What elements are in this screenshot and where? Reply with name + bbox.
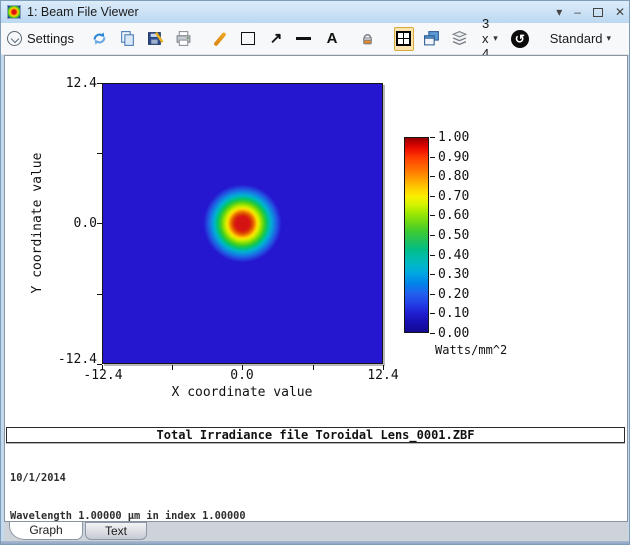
colorbar-label: 0.90 bbox=[438, 150, 470, 165]
tab-text[interactable]: Text bbox=[85, 522, 147, 540]
window-title: 1: Beam File Viewer bbox=[27, 5, 139, 19]
y-tick-mark bbox=[97, 223, 102, 224]
x-tick-label: -12.4 bbox=[83, 368, 123, 383]
lamp-button[interactable] bbox=[358, 27, 378, 51]
fit-window-icon bbox=[396, 31, 412, 46]
beam-viewer-app-icon bbox=[7, 5, 21, 19]
refresh-icon bbox=[94, 32, 106, 45]
print-button[interactable] bbox=[174, 27, 194, 51]
window-menu-icon[interactable]: ▾ bbox=[556, 1, 562, 23]
colorbar-tick bbox=[430, 137, 435, 138]
chart-title: Total Irradiance file Toroidal Lens_0001… bbox=[6, 427, 625, 443]
colorbar-tick bbox=[430, 196, 435, 197]
y-tick-mark bbox=[97, 153, 102, 154]
pencil-icon bbox=[213, 31, 227, 46]
colorbar-label: 0.10 bbox=[438, 306, 470, 321]
colorbar-label: 0.20 bbox=[438, 287, 470, 302]
x-tick-mark bbox=[172, 365, 173, 370]
x-tick-mark bbox=[313, 365, 314, 370]
colorbar-tick bbox=[430, 333, 435, 334]
add-text-button[interactable]: A bbox=[322, 27, 342, 51]
reset-icon: ↺ bbox=[510, 29, 529, 48]
lamp-icon bbox=[363, 34, 373, 45]
colorbar-tick bbox=[430, 255, 435, 256]
copy-icon bbox=[121, 31, 135, 46]
colorbar bbox=[404, 137, 429, 333]
draw-line-button[interactable] bbox=[294, 27, 314, 51]
colorbar-unit-label: Watts/mm^2 bbox=[435, 343, 508, 357]
y-tick-label: -12.4 bbox=[57, 352, 97, 367]
colorbar-label: 0.50 bbox=[438, 228, 470, 243]
colorbar-tick bbox=[430, 313, 435, 314]
info-line-date: 10/1/2014 bbox=[10, 472, 66, 484]
chevron-down-icon: ▾ bbox=[493, 33, 498, 43]
draw-line-annotation-button[interactable] bbox=[210, 27, 230, 51]
x-axis-title: X coordinate value bbox=[171, 385, 313, 400]
arrow-icon: ↗ bbox=[269, 30, 283, 47]
y-tick-mark bbox=[97, 83, 102, 84]
reset-zoom-button[interactable]: ↺ bbox=[510, 27, 530, 51]
colorbar-label: 0.40 bbox=[438, 248, 470, 263]
colorbar-tick bbox=[430, 274, 435, 275]
info-line-wavelength: Wavelength 1.00000 µm in index 1.00000 bbox=[10, 509, 246, 522]
colorbar-label: 0.00 bbox=[438, 326, 470, 341]
clone-window-button[interactable] bbox=[422, 27, 442, 51]
x-tick-label: 12.4 bbox=[367, 368, 399, 383]
colorbar-label: 0.60 bbox=[438, 208, 470, 223]
colorbar-label: 0.80 bbox=[438, 169, 470, 184]
beam-file-viewer-window: 1: Beam File Viewer ▾ – ✕ Settings ↗ A 3… bbox=[0, 0, 630, 545]
layers-icon bbox=[452, 31, 468, 46]
print-icon bbox=[177, 31, 191, 46]
maximize-icon[interactable] bbox=[592, 7, 603, 17]
title-bar: 1: Beam File Viewer ▾ – ✕ bbox=[1, 1, 629, 23]
fit-window-button[interactable] bbox=[393, 26, 414, 51]
tab-graph[interactable]: Graph bbox=[9, 522, 83, 540]
settings-chevron-icon bbox=[7, 31, 22, 46]
draw-arrow-button[interactable]: ↗ bbox=[266, 27, 286, 51]
y-tick-label: 0.0 bbox=[73, 216, 97, 231]
chevron-down-icon: ▾ bbox=[606, 33, 612, 43]
cascade-windows-icon bbox=[424, 31, 440, 46]
toolbar: Settings ↗ A 3 x 4 ▾ ↺ Standard ▾ bbox=[1, 16, 629, 61]
line-icon bbox=[296, 37, 312, 40]
colorbar-label: 1.00 bbox=[438, 130, 470, 145]
tab-bar: Graph Text bbox=[4, 522, 628, 541]
standard-dropdown-value: Standard bbox=[549, 31, 603, 46]
graph-panel: Y coordinate value 12.4 0.0 -12.4 -12.4 … bbox=[4, 55, 628, 522]
refresh-button[interactable] bbox=[90, 27, 110, 51]
draw-rectangle-button[interactable] bbox=[238, 27, 258, 51]
window-bottom-border bbox=[1, 541, 629, 544]
settings-label: Settings bbox=[27, 31, 74, 46]
settings-button[interactable]: Settings bbox=[7, 31, 74, 46]
copy-button[interactable] bbox=[118, 27, 138, 51]
rectangle-icon bbox=[240, 32, 255, 45]
x-tick-label: 0.0 bbox=[230, 368, 254, 383]
window-controls: ▾ – ✕ bbox=[556, 1, 625, 23]
colorbar-tick bbox=[430, 157, 435, 158]
colorbar-tick bbox=[430, 176, 435, 177]
y-tick-label: 12.4 bbox=[65, 76, 97, 91]
y-tick-mark bbox=[97, 294, 102, 295]
text-tool-icon: A bbox=[326, 30, 338, 47]
colorbar-label: 0.30 bbox=[438, 267, 470, 282]
save-button[interactable] bbox=[146, 27, 166, 51]
layers-button[interactable] bbox=[450, 27, 470, 51]
colorbar-tick bbox=[430, 235, 435, 236]
beam-irradiance-plot bbox=[102, 83, 383, 364]
close-icon[interactable]: ✕ bbox=[615, 1, 625, 23]
minimize-icon[interactable]: – bbox=[574, 1, 581, 23]
colorbar-tick bbox=[430, 294, 435, 295]
standard-dropdown[interactable]: Standard ▾ bbox=[546, 31, 615, 46]
save-icon bbox=[148, 31, 164, 45]
colorbar-label: 0.70 bbox=[438, 189, 470, 204]
colorbar-tick bbox=[430, 215, 435, 216]
